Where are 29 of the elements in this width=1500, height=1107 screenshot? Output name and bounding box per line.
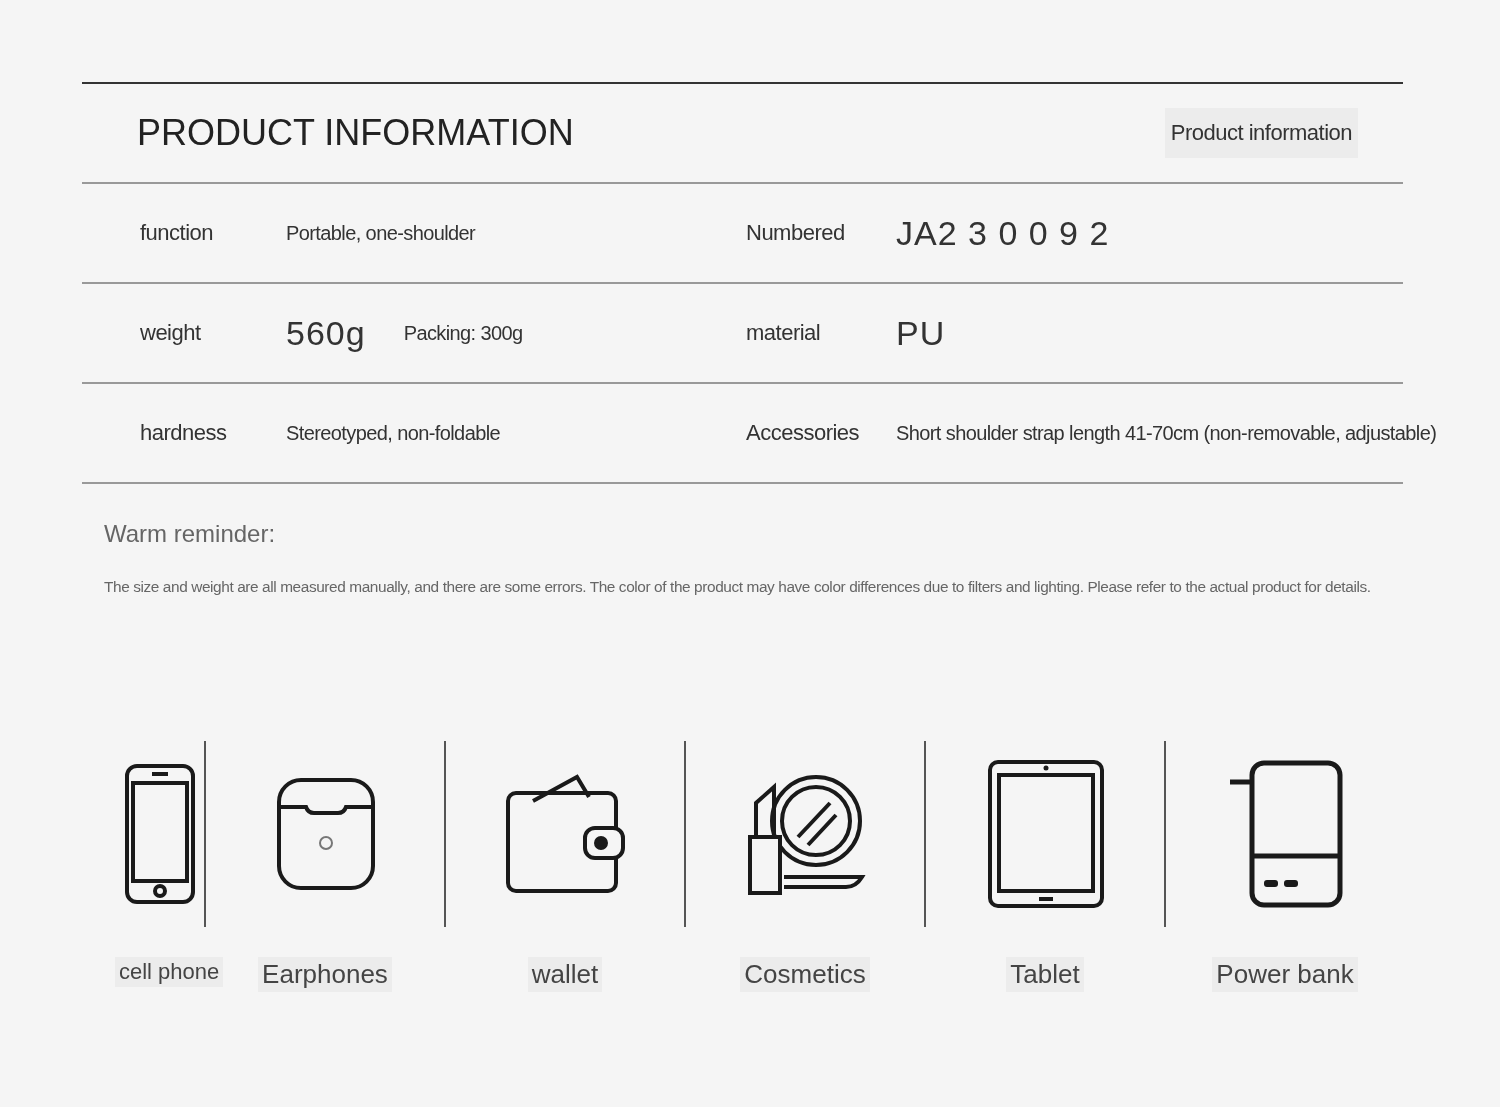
item-label: Tablet	[1006, 957, 1084, 992]
spec-value: 560g	[286, 313, 366, 353]
spec-label: Accessories	[746, 420, 861, 446]
item-label: cell phone	[115, 957, 224, 987]
spec-label: material	[746, 320, 822, 346]
spec-value: Portable, one-shoulder	[286, 221, 476, 245]
spec-value: Stereotyped, non-foldable	[286, 421, 501, 445]
wallet-icon	[505, 773, 627, 895]
phone-icon	[124, 763, 196, 905]
spec-label: Numbered	[746, 220, 846, 246]
earbud-case-icon	[276, 777, 376, 891]
spec-value: JA2 3 0 0 9 2	[896, 213, 1110, 253]
spec-label: function	[140, 220, 215, 246]
item-label: Cosmetics	[740, 957, 870, 992]
reminder-title: Warm reminder:	[104, 520, 277, 548]
item-label: Earphones	[258, 957, 392, 992]
item-label: Power bank	[1212, 957, 1358, 992]
reminder-text: The size and weight are all measured manually, and there are some errors. The color of the product may have color differences due to filters and lighting. Please refer to the actual product for details.	[104, 578, 1372, 596]
spec-value: Short shoulder strap length 41-70cm (non-removable, adjustable)	[896, 421, 1437, 445]
tablet-icon	[987, 759, 1105, 909]
spec-label: weight	[140, 320, 202, 346]
spec-label: hardness	[140, 420, 228, 446]
power-bank-icon	[1228, 760, 1344, 908]
section-tag: Product information	[1164, 108, 1358, 158]
section-title: PRODUCT INFORMATION	[137, 112, 574, 154]
spec-value: Packing: 300g	[403, 321, 523, 345]
spec-value: PU	[896, 313, 946, 353]
cosmetics-icon	[746, 773, 866, 895]
item-label: wallet	[527, 957, 603, 992]
